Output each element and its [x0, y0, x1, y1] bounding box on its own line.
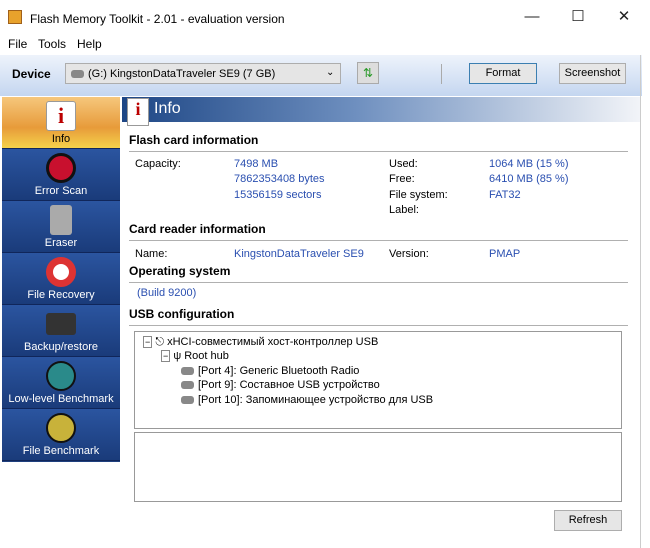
info-icon: i: [127, 98, 149, 126]
collapse-icon[interactable]: −: [161, 350, 171, 362]
sidebar-item-info[interactable]: i Info: [2, 97, 120, 149]
page-header: i Info: [122, 97, 640, 126]
os-value: (Build 9200): [137, 287, 197, 299]
sidebar-label: Eraser: [44, 237, 78, 249]
sidebar: i Info Error Scan Eraser File Recovery Ba…: [2, 97, 120, 462]
section-card-reader: Card reader information: [129, 222, 628, 241]
capacity-mb: 7498 MB: [234, 158, 279, 170]
window-border: [640, 55, 641, 548]
page-title: Info: [154, 100, 181, 117]
divider: [441, 64, 442, 84]
device-icon: [181, 396, 194, 405]
menu-help[interactable]: Help: [77, 37, 102, 51]
section-flash-card: Flash card information: [129, 133, 628, 152]
filesystem-value: FAT32: [489, 189, 521, 201]
section-operating-system: Operating system: [129, 264, 628, 283]
volume-label-label: Label:: [389, 204, 419, 216]
filesystem-label: File system:: [389, 189, 448, 201]
free-label: Free:: [389, 173, 415, 185]
reader-version-label: Version:: [389, 248, 429, 260]
lifebuoy-icon: [46, 257, 76, 287]
sidebar-label: Info: [51, 133, 71, 145]
drive-icon: [71, 70, 84, 78]
usb-tree[interactable]: − ⎋ xHCI-совместимый хост-контроллер USB…: [134, 331, 622, 429]
stopwatch-icon: [46, 413, 76, 443]
tree-label: Root hub: [184, 350, 229, 362]
tree-node-controller[interactable]: − ⎋ xHCI-совместимый хост-контроллер USB: [143, 336, 378, 349]
details-box: [134, 432, 622, 502]
device-value: (G:) KingstonDataTraveler SE9 (7 GB): [88, 68, 276, 80]
capacity-sectors: 15356159 sectors: [234, 189, 322, 201]
sidebar-item-file-benchmark[interactable]: File Benchmark: [2, 409, 120, 461]
stopwatch-icon: [46, 361, 76, 391]
refresh-devices-icon[interactable]: ⇅: [357, 62, 379, 84]
capacity-bytes: 7862353408 bytes: [234, 173, 325, 185]
chevron-down-icon: ⌄: [326, 67, 335, 78]
tree-label: [Port 10]: Запоминающее устройство для U…: [198, 394, 434, 406]
refresh-button[interactable]: Refresh: [554, 510, 622, 531]
trash-icon: [50, 205, 72, 235]
device-select[interactable]: (G:) KingstonDataTraveler SE9 (7 GB) ⌄: [65, 63, 341, 84]
tape-icon: [46, 313, 76, 335]
free-value: 6410 MB (85 %): [489, 173, 569, 185]
minimize-button[interactable]: —: [512, 6, 552, 28]
tree-node-root-hub[interactable]: − ψ Root hub: [161, 350, 229, 362]
used-value: 1064 MB (15 %): [489, 158, 569, 170]
sidebar-label: Low-level Benchmark: [8, 393, 114, 405]
device-icon: [181, 367, 194, 376]
info-icon: i: [46, 101, 76, 131]
format-button[interactable]: Format: [469, 63, 537, 84]
screenshot-button[interactable]: Screenshot: [559, 63, 626, 84]
magnifier-icon: [46, 153, 76, 183]
tree-label: xHCI-совместимый хост-контроллер USB: [167, 336, 379, 348]
used-label: Used:: [389, 158, 418, 170]
sidebar-label: Error Scan: [34, 185, 88, 197]
tree-label: [Port 4]: Generic Bluetooth Radio: [198, 365, 360, 377]
tree-node-port[interactable]: [Port 9]: Составное USB устройство: [181, 379, 380, 391]
sidebar-item-file-recovery[interactable]: File Recovery: [2, 253, 120, 305]
maximize-button[interactable]: ☐: [558, 6, 598, 28]
device-icon: [181, 381, 194, 390]
sidebar-label: File Recovery: [27, 289, 95, 301]
usb-icon: ⎋: [155, 336, 165, 348]
menu-file[interactable]: File: [8, 37, 27, 51]
sidebar-item-backup-restore[interactable]: Backup/restore: [2, 305, 120, 357]
sidebar-item-eraser[interactable]: Eraser: [2, 201, 120, 253]
app-icon: [8, 10, 22, 24]
toolbar: Device (G:) KingstonDataTraveler SE9 (7 …: [0, 55, 642, 96]
reader-name-label: Name:: [135, 248, 168, 260]
sidebar-label: Backup/restore: [24, 341, 98, 353]
window-title: Flash Memory Toolkit - 2.01 - evaluation…: [30, 12, 285, 26]
reader-version-value: PMAP: [489, 248, 521, 260]
sidebar-item-error-scan[interactable]: Error Scan: [2, 149, 120, 201]
title-bar: Flash Memory Toolkit - 2.01 - evaluation…: [0, 0, 650, 33]
section-usb-configuration: USB configuration: [129, 307, 628, 326]
tree-node-port[interactable]: [Port 10]: Запоминающее устройство для U…: [181, 394, 433, 406]
collapse-icon[interactable]: −: [143, 336, 153, 348]
menu-bar: File Tools Help: [0, 33, 650, 55]
hub-icon: ψ: [173, 350, 182, 362]
close-button[interactable]: ✕: [604, 6, 644, 28]
capacity-label: Capacity:: [135, 158, 181, 170]
tree-label: [Port 9]: Составное USB устройство: [198, 379, 380, 391]
reader-name-value: KingstonDataTraveler SE9: [234, 248, 364, 260]
menu-tools[interactable]: Tools: [38, 37, 66, 51]
tree-node-port[interactable]: [Port 4]: Generic Bluetooth Radio: [181, 365, 359, 377]
sidebar-label: File Benchmark: [22, 445, 100, 457]
sidebar-item-low-level-benchmark[interactable]: Low-level Benchmark: [2, 357, 120, 409]
device-label: Device: [12, 67, 51, 81]
